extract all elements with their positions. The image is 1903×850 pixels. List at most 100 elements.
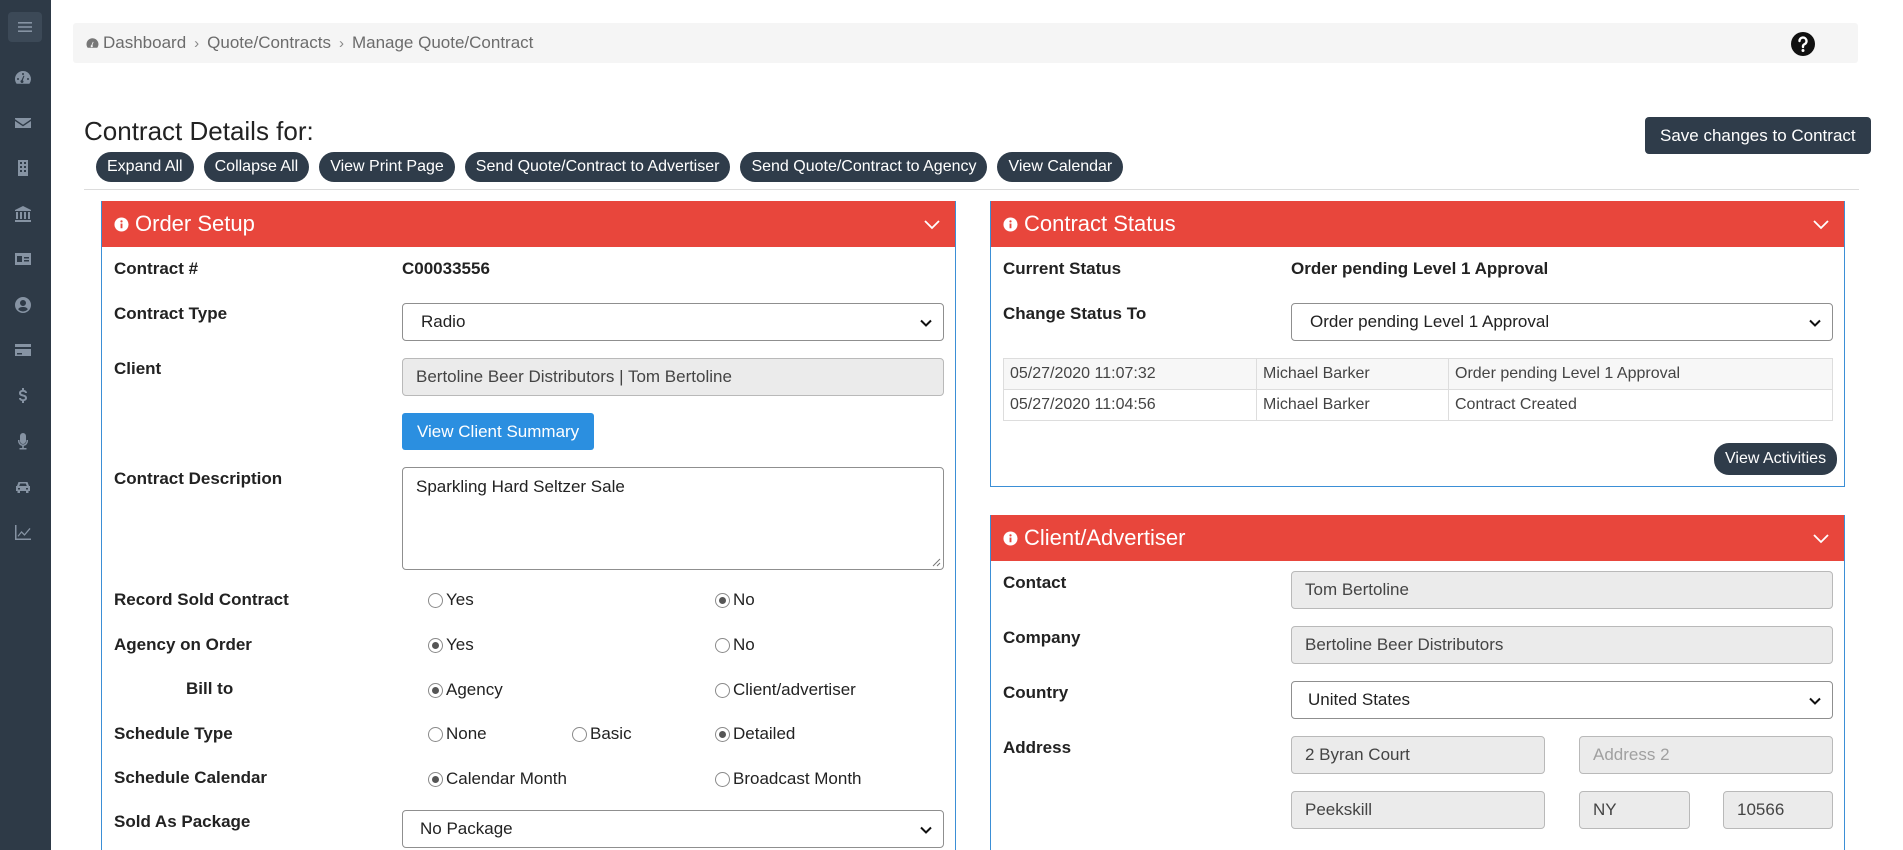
expand-all-button[interactable]: Expand All (96, 152, 194, 182)
record-sold-no-radio[interactable]: No (715, 590, 755, 610)
contract-description-value: Sparkling Hard Seltzer Sale (416, 477, 625, 496)
view-activities-button[interactable]: View Activities (1714, 443, 1838, 475)
chevron-down-icon[interactable] (1812, 529, 1830, 547)
table-cell-time: 05/27/2020 11:07:32 (1003, 358, 1257, 390)
schedule-type-basic-radio[interactable]: Basic (572, 724, 632, 744)
schedule-type-label: Schedule Type (114, 724, 233, 743)
mail-icon[interactable] (12, 112, 34, 134)
company-label: Company (1003, 628, 1081, 647)
radio-label: Client/advertiser (733, 680, 856, 699)
breadcrumb-label: Dashboard (103, 33, 187, 52)
address2-field[interactable]: Address 2 (1579, 736, 1833, 774)
car-icon[interactable] (12, 476, 34, 498)
contract-number-label: Contract # (114, 259, 199, 278)
agency-no-radio[interactable]: No (715, 635, 755, 655)
country-select[interactable]: United States (1291, 681, 1833, 719)
contract-description-textarea[interactable]: Sparkling Hard Seltzer Sale (402, 467, 944, 570)
radio-selected-icon (428, 682, 443, 698)
broadcast-month-radio[interactable]: Broadcast Month (715, 769, 862, 789)
change-status-value: Order pending Level 1 Approval (1310, 312, 1550, 331)
collapse-all-button[interactable]: Collapse All (203, 152, 310, 182)
breadcrumb-dashboard[interactable]: Dashboard (85, 33, 186, 53)
radio-label: No (733, 590, 755, 609)
address1-field[interactable]: 2 Byran Court (1291, 736, 1545, 774)
contract-status-header[interactable]: Contract Status (991, 201, 1844, 247)
menu-toggle-button[interactable] (8, 12, 42, 42)
city-field[interactable]: Peekskill (1291, 791, 1545, 829)
bill-to-agency-radio[interactable]: Agency (428, 680, 503, 700)
record-sold-contract-label: Record Sold Contract (114, 590, 289, 609)
page-title: Contract Details for: (84, 116, 314, 146)
chevron-right-icon: › (338, 34, 344, 52)
current-status-value: Order pending Level 1 Approval (1291, 259, 1549, 278)
view-calendar-button[interactable]: View Calendar (997, 152, 1124, 182)
chart-line-icon[interactable] (12, 521, 34, 543)
change-status-select[interactable]: Order pending Level 1 Approval (1291, 303, 1833, 341)
radio-selected-icon (715, 592, 730, 608)
chevron-down-icon (1809, 319, 1821, 327)
dashboard-icon[interactable] (12, 67, 34, 89)
info-icon (114, 216, 129, 232)
state-field[interactable]: NY (1579, 791, 1690, 829)
panel-title: Order Setup (135, 211, 255, 236)
change-status-label: Change Status To (1003, 304, 1147, 323)
building-icon[interactable] (12, 157, 34, 179)
view-client-summary-button[interactable]: View Client Summary (402, 413, 595, 450)
calendar-month-radio[interactable]: Calendar Month (428, 769, 567, 789)
dollar-icon[interactable] (12, 385, 34, 407)
send-to-agency-button[interactable]: Send Quote/Contract to Agency (740, 152, 988, 182)
breadcrumb-quote-contracts[interactable]: Quote/Contracts (207, 33, 331, 53)
contract-type-select[interactable]: Radio (402, 303, 944, 341)
sidebar (0, 0, 51, 850)
radio-selected-icon (428, 637, 443, 653)
contract-description-label: Contract Description (114, 469, 283, 488)
radio-icon (715, 637, 730, 653)
record-sold-yes-radio[interactable]: Yes (428, 590, 474, 610)
order-setup-panel: Order Setup Contract # C00033556 Contrac… (101, 201, 956, 850)
chevron-right-icon: › (194, 34, 200, 52)
country-label: Country (1003, 683, 1069, 702)
chevron-down-icon (1809, 697, 1821, 705)
radio-selected-icon (428, 771, 443, 787)
chevron-down-icon[interactable] (1812, 215, 1830, 233)
company-field[interactable]: Bertoline Beer Distributors (1291, 626, 1833, 664)
radio-icon (572, 726, 587, 742)
bill-to-client-radio[interactable]: Client/advertiser (715, 680, 856, 700)
save-contract-button[interactable]: Save changes to Contract (1645, 117, 1871, 154)
radio-label: Basic (590, 724, 632, 743)
order-setup-header[interactable]: Order Setup (102, 201, 955, 247)
client-advertiser-header[interactable]: Client/Advertiser (991, 515, 1844, 561)
bill-to-label: Bill to (186, 679, 234, 698)
sold-as-package-value: No Package (420, 819, 513, 838)
chevron-down-icon (920, 319, 932, 327)
table-cell-action: Contract Created (1448, 389, 1833, 421)
divider (84, 189, 1859, 190)
help-icon[interactable] (1790, 31, 1816, 57)
breadcrumb: Dashboard › Quote/Contracts › Manage Quo… (73, 23, 1858, 63)
client-field[interactable]: Bertoline Beer Distributors | Tom Bertol… (402, 358, 944, 396)
current-status-label: Current Status (1003, 259, 1122, 278)
dashboard-icon (86, 37, 99, 48)
contract-status-panel: Contract Status Current Status Order pen… (990, 201, 1845, 487)
bank-icon[interactable] (12, 203, 34, 225)
table-row: 05/27/2020 11:04:56 Michael Barker Contr… (1003, 389, 1833, 421)
chevron-down-icon[interactable] (923, 215, 941, 233)
resize-handle-icon[interactable] (929, 555, 941, 567)
zip-field[interactable]: 10566 (1723, 791, 1833, 829)
credit-card-icon[interactable] (12, 339, 34, 361)
agency-yes-radio[interactable]: Yes (428, 635, 474, 655)
view-print-page-button[interactable]: View Print Page (319, 152, 455, 182)
radio-label: Detailed (733, 724, 796, 743)
schedule-calendar-label: Schedule Calendar (114, 768, 268, 787)
send-to-advertiser-button[interactable]: Send Quote/Contract to Advertiser (464, 152, 731, 182)
id-card-icon[interactable] (12, 248, 34, 270)
schedule-type-none-radio[interactable]: None (428, 724, 487, 744)
menu-icon (18, 22, 32, 32)
microphone-icon[interactable] (12, 430, 34, 452)
action-bar: Expand All Collapse All View Print Page … (96, 152, 1124, 182)
address-label: Address (1003, 738, 1072, 757)
sold-as-package-select[interactable]: No Package (402, 810, 944, 848)
user-circle-icon[interactable] (12, 294, 34, 316)
contact-field[interactable]: Tom Bertoline (1291, 571, 1833, 609)
schedule-type-detailed-radio[interactable]: Detailed (715, 724, 795, 744)
